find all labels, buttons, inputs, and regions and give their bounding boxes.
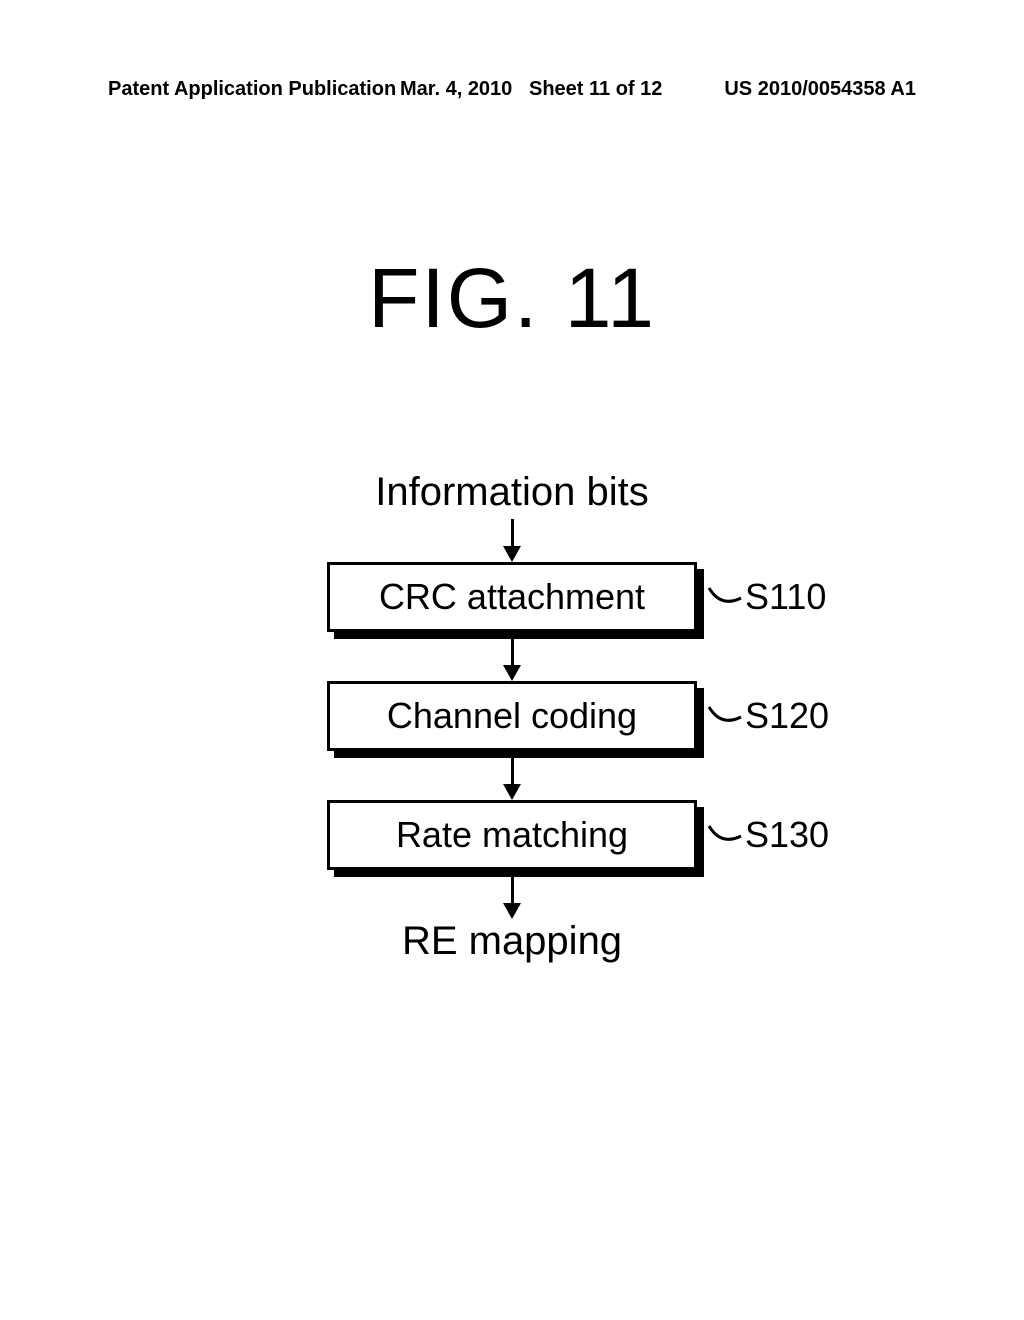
connector-curve-icon (707, 584, 743, 610)
flow-step: Rate matching S130 (327, 800, 697, 870)
figure-title: FIG. 11 (0, 250, 1024, 347)
header-sheet: Sheet 11 of 12 (529, 78, 662, 100)
step-tag-text: S110 (745, 576, 826, 618)
arrow-icon (503, 519, 521, 562)
flowchart: Information bits CRC attachment S110 Cha… (0, 470, 1024, 968)
arrow-icon (503, 876, 521, 919)
step-box-crc: CRC attachment (327, 562, 697, 632)
step-tag: S130 (707, 814, 829, 856)
flow-step: Channel coding S120 (327, 681, 697, 751)
connector-curve-icon (707, 822, 743, 848)
step-tag: S120 (707, 695, 829, 737)
arrow-icon (503, 757, 521, 800)
flow-step: CRC attachment S110 (327, 562, 697, 632)
connector-curve-icon (707, 703, 743, 729)
arrow-icon (503, 638, 521, 681)
step-box-channel-coding: Channel coding (327, 681, 697, 751)
flow-input-label: Information bits (375, 470, 648, 515)
step-box-rate-matching: Rate matching (327, 800, 697, 870)
header-date: Mar. 4, 2010 (400, 78, 512, 100)
header-publication: Patent Application Publication (108, 78, 396, 101)
step-tag-text: S120 (745, 695, 829, 737)
flow-output-label: RE mapping (402, 919, 622, 964)
step-tag-text: S130 (745, 814, 829, 856)
header-pubnum: US 2010/0054358 A1 (724, 78, 916, 101)
step-tag: S110 (707, 576, 826, 618)
header-date-sheet: Mar. 4, 2010 Sheet 11 of 12 (400, 78, 662, 101)
